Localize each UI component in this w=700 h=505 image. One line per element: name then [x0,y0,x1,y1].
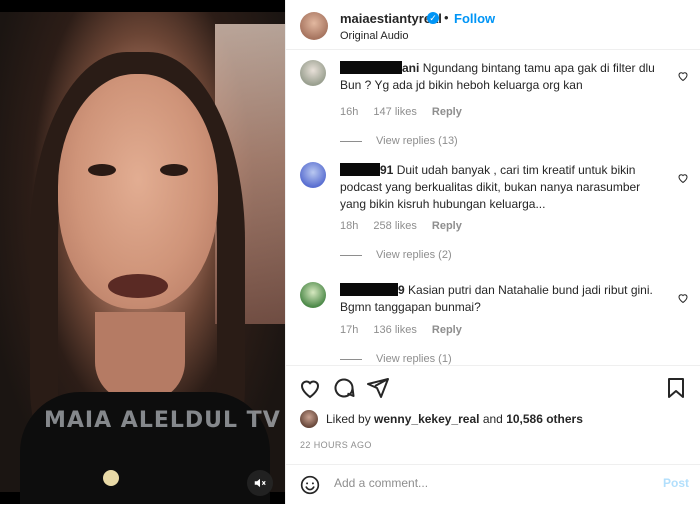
author-avatar[interactable] [300,12,328,40]
comment-likes[interactable]: 136 likes [373,324,416,336]
divider-line [340,358,362,360]
verified-badge-icon: ✓ [427,12,439,24]
pendant [103,470,119,486]
comment-body: ani Ngundang bintang tamu apa gak di fil… [340,60,658,94]
commenter-avatar[interactable] [300,282,326,308]
liked-by-prefix: Liked by [326,412,371,426]
heart-icon[interactable] [677,172,689,184]
likes-summary: Liked by wenny_kekey_real and 10,586 oth… [300,410,583,428]
redacted-username [340,163,380,176]
heart-icon[interactable] [677,70,689,82]
comment-meta: 17h 136 likes Reply [340,324,474,336]
comment-body: 91 Duit udah banyak , cari tim kreatif u… [340,162,658,213]
mute-button[interactable] [247,470,273,496]
liker-username[interactable]: wenny_kekey_real [374,412,479,426]
bookmark-icon[interactable] [664,376,688,400]
comment-bubble-icon[interactable] [332,376,356,400]
follow-button[interactable]: Follow [454,11,495,26]
comment-meta: 18h 258 likes Reply [340,220,474,232]
post-timestamp[interactable]: 22 HOURS AGO [300,440,372,450]
neck [95,312,185,402]
divider-line [340,254,362,256]
like-heart-icon[interactable] [298,376,322,400]
comment-username-suffix[interactable]: ani [402,61,419,75]
commenter-avatar[interactable] [300,60,326,86]
speaker-muted-icon [254,478,266,488]
divider-line [340,140,362,142]
face [58,74,218,309]
share-send-icon[interactable] [366,376,390,400]
reply-button[interactable]: Reply [432,324,462,336]
heart-icon[interactable] [677,292,689,304]
view-replies-label: View replies (13) [376,135,458,147]
liker-avatar[interactable] [300,410,318,428]
comment-body: 9 Kasian putri dan Natahalie bund jadi r… [340,282,658,316]
comment-username-suffix[interactable]: 9 [398,283,405,297]
left-eye [88,164,116,176]
comment-time: 16h [340,106,359,118]
likes-others[interactable]: 10,586 others [506,412,583,426]
video-top-bar [0,0,285,12]
comments-list[interactable]: ani Ngundang bintang tamu apa gak di fil… [286,50,700,365]
redacted-username [340,283,398,296]
video-watermark: MAIA ALELDUL TV [44,408,281,433]
comment-input[interactable] [332,475,636,491]
right-eye [160,164,188,176]
comment-time: 17h [340,324,359,336]
redacted-username [340,61,402,74]
view-replies-button[interactable]: View replies (1) [340,353,452,365]
comment-likes[interactable]: 147 likes [373,106,416,118]
likes-and: and [482,412,503,426]
commenter-avatar[interactable] [300,162,326,188]
separator-dot: • [444,10,449,25]
add-comment-bar: Post [286,464,700,505]
post-button[interactable]: Post [663,476,689,490]
post-header: maiaestiantyreal ✓ • Follow Original Aud… [286,0,700,50]
reply-button[interactable]: Reply [432,106,462,118]
comment-meta: 16h 147 likes Reply [340,106,474,118]
view-replies-button[interactable]: View replies (13) [340,135,458,147]
video-player[interactable]: MAIA ALELDUL TV [0,0,285,504]
post-side-panel: maiaestiantyreal ✓ • Follow Original Aud… [285,0,700,504]
comment-time: 18h [340,220,359,232]
reply-button[interactable]: Reply [432,220,462,232]
view-replies-label: View replies (2) [376,249,452,261]
comment-username-suffix[interactable]: 91 [380,163,393,177]
mouth [108,274,168,298]
audio-link[interactable]: Original Audio [340,30,409,42]
view-replies-button[interactable]: View replies (2) [340,249,452,261]
emoji-icon[interactable] [300,475,320,495]
view-replies-label: View replies (1) [376,353,452,365]
post-viewer: MAIA ALELDUL TV maiaestiantyreal ✓ • Fol… [0,0,700,504]
comment-likes[interactable]: 258 likes [373,220,416,232]
action-bar [286,365,700,406]
